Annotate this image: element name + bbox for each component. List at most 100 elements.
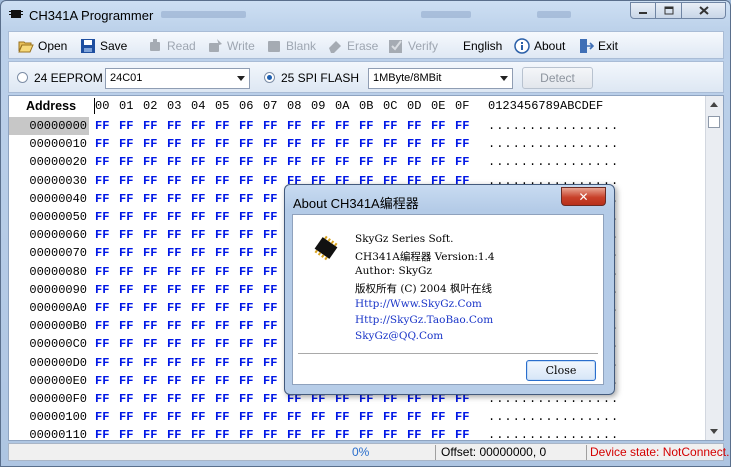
hex-byte[interactable]: FF — [239, 190, 253, 208]
hex-byte[interactable]: FF — [95, 335, 109, 353]
hex-byte[interactable]: FF — [263, 263, 277, 281]
hex-byte[interactable]: FF — [119, 426, 133, 444]
hex-byte[interactable]: FF — [359, 135, 373, 153]
row-address[interactable]: 000000D0 — [9, 354, 89, 372]
hex-byte[interactable]: FF — [95, 263, 109, 281]
hex-byte[interactable]: FF — [191, 208, 205, 226]
hex-byte[interactable]: FF — [167, 281, 181, 299]
hex-byte[interactable]: FF — [167, 208, 181, 226]
hex-byte[interactable]: FF — [215, 354, 229, 372]
hex-byte[interactable]: FF — [167, 226, 181, 244]
hex-byte[interactable]: FF — [455, 135, 469, 153]
hex-byte[interactable]: FF — [119, 372, 133, 390]
eeprom-radio[interactable] — [17, 72, 28, 83]
hex-byte[interactable]: FF — [335, 153, 349, 171]
hex-byte[interactable]: FF — [263, 426, 277, 444]
write-button[interactable]: Write — [207, 37, 255, 55]
title-bar[interactable]: CH341A Programmer — [1, 1, 730, 29]
hex-byte[interactable]: FF — [239, 153, 253, 171]
hex-byte[interactable]: FF — [215, 317, 229, 335]
hex-byte[interactable]: FF — [239, 390, 253, 408]
hex-byte[interactable]: FF — [335, 135, 349, 153]
row-address[interactable]: 000000A0 — [9, 299, 89, 317]
hex-byte[interactable]: FF — [215, 135, 229, 153]
hex-byte[interactable]: FF — [239, 208, 253, 226]
hex-byte[interactable]: FF — [383, 135, 397, 153]
detect-button[interactable]: Detect — [522, 67, 593, 89]
hex-byte[interactable]: FF — [239, 263, 253, 281]
hex-byte[interactable]: FF — [239, 281, 253, 299]
hex-byte[interactable]: FF — [143, 281, 157, 299]
hex-byte[interactable]: FF — [215, 426, 229, 444]
hex-byte[interactable]: FF — [191, 172, 205, 190]
hex-byte[interactable]: FF — [239, 172, 253, 190]
maximize-button[interactable] — [656, 2, 682, 19]
hex-byte[interactable]: FF — [119, 317, 133, 335]
hex-byte[interactable]: FF — [359, 426, 373, 444]
hex-byte[interactable]: FF — [215, 263, 229, 281]
hex-byte[interactable]: FF — [215, 153, 229, 171]
hex-byte[interactable]: FF — [119, 117, 133, 135]
language-button[interactable]: English — [463, 37, 502, 55]
hex-byte[interactable]: FF — [311, 408, 325, 426]
row-address[interactable]: 00000070 — [9, 244, 89, 262]
about-close-button[interactable]: Close — [526, 360, 596, 381]
hex-byte[interactable]: FF — [335, 117, 349, 135]
hex-byte[interactable]: FF — [119, 226, 133, 244]
hex-byte[interactable]: FF — [263, 226, 277, 244]
hex-byte[interactable]: FF — [311, 135, 325, 153]
hex-byte[interactable]: FF — [215, 281, 229, 299]
hex-byte[interactable]: FF — [95, 135, 109, 153]
erase-button[interactable]: Erase — [327, 37, 378, 55]
hex-byte[interactable]: FF — [263, 390, 277, 408]
ascii-text[interactable]: ................ — [488, 135, 619, 153]
row-address[interactable]: 000000C0 — [9, 335, 89, 353]
hex-byte[interactable]: FF — [215, 172, 229, 190]
hex-byte[interactable]: FF — [95, 281, 109, 299]
hex-byte[interactable]: FF — [263, 317, 277, 335]
vertical-scrollbar[interactable] — [705, 96, 723, 440]
hex-byte[interactable]: FF — [311, 117, 325, 135]
ascii-text[interactable]: ................ — [488, 117, 619, 135]
hex-byte[interactable]: FF — [143, 317, 157, 335]
hex-byte[interactable]: FF — [95, 208, 109, 226]
hex-byte[interactable]: FF — [239, 408, 253, 426]
row-address[interactable]: 00000040 — [9, 190, 89, 208]
hex-byte[interactable]: FF — [167, 153, 181, 171]
hex-byte[interactable]: FF — [119, 208, 133, 226]
hex-byte[interactable]: FF — [263, 354, 277, 372]
hex-byte[interactable]: FF — [143, 244, 157, 262]
hex-byte[interactable]: FF — [95, 426, 109, 444]
hex-byte[interactable]: FF — [215, 299, 229, 317]
hex-byte[interactable]: FF — [167, 244, 181, 262]
hex-byte[interactable]: FF — [191, 244, 205, 262]
hex-byte[interactable]: FF — [383, 408, 397, 426]
scroll-up-icon[interactable] — [710, 102, 718, 107]
hex-byte[interactable]: FF — [191, 372, 205, 390]
hex-byte[interactable]: FF — [167, 426, 181, 444]
hex-byte[interactable]: FF — [431, 117, 445, 135]
hex-byte[interactable]: FF — [455, 408, 469, 426]
hex-byte[interactable]: FF — [431, 135, 445, 153]
hex-byte[interactable]: FF — [239, 426, 253, 444]
about-dialog-close-x-button[interactable]: ✕ — [561, 187, 606, 206]
hex-byte[interactable]: FF — [143, 117, 157, 135]
hex-byte[interactable]: FF — [95, 354, 109, 372]
hex-byte[interactable]: FF — [167, 117, 181, 135]
hex-byte[interactable]: FF — [143, 299, 157, 317]
blank-button[interactable]: Blank — [266, 37, 316, 55]
hex-byte[interactable]: FF — [263, 372, 277, 390]
hex-byte[interactable]: FF — [431, 153, 445, 171]
hex-byte[interactable]: FF — [191, 226, 205, 244]
hex-byte[interactable]: FF — [215, 390, 229, 408]
hex-byte[interactable]: FF — [287, 153, 301, 171]
hex-byte[interactable]: FF — [119, 390, 133, 408]
hex-byte[interactable]: FF — [263, 299, 277, 317]
hex-byte[interactable]: FF — [143, 354, 157, 372]
hex-byte[interactable]: FF — [95, 317, 109, 335]
hex-byte[interactable]: FF — [167, 335, 181, 353]
hex-byte[interactable]: FF — [167, 408, 181, 426]
save-button[interactable]: Save — [80, 37, 127, 55]
hex-byte[interactable]: FF — [383, 153, 397, 171]
hex-byte[interactable]: FF — [215, 335, 229, 353]
